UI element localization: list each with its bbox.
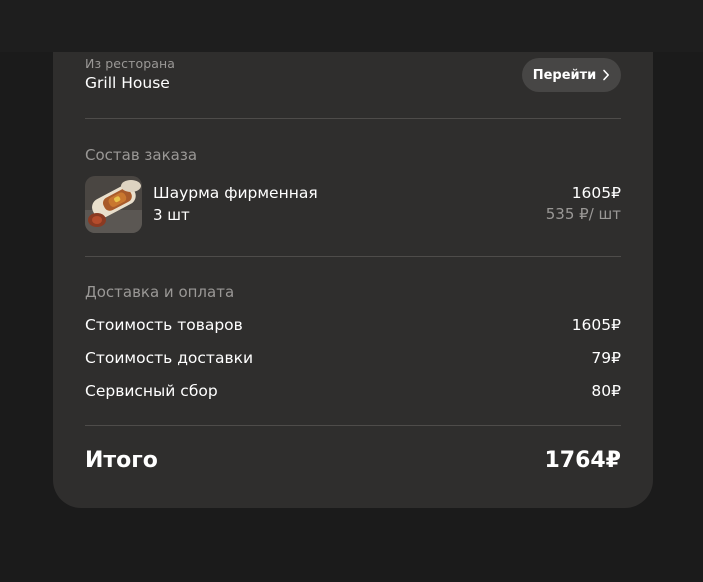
cost-line-service-fee: Сервисный сбор 80₽ xyxy=(85,382,621,404)
go-to-restaurant-button[interactable]: Перейти xyxy=(522,58,621,92)
item-name: Шаурма фирменная xyxy=(153,184,318,202)
cost-line-label: Сервисный сбор xyxy=(85,382,218,400)
divider xyxy=(85,425,621,426)
divider xyxy=(85,118,621,119)
cost-line-label: Стоимость товаров xyxy=(85,316,243,334)
restaurant-caption: Из ресторана xyxy=(85,56,176,71)
shawarma-photo xyxy=(85,176,142,233)
payment-section-title: Доставка и оплата xyxy=(85,283,235,301)
item-price: 1605₽ xyxy=(571,184,621,202)
order-item: Шаурма фирменная 3 шт 1605₽ 535 ₽/ шт xyxy=(85,176,621,234)
total-value: 1764₽ xyxy=(544,448,621,473)
cost-line-delivery: Стоимость доставки 79₽ xyxy=(85,349,621,371)
order-details-card: Из ресторана Grill House Перейти Состав … xyxy=(53,20,653,508)
cost-line-goods: Стоимость товаров 1605₽ xyxy=(85,316,621,338)
divider xyxy=(85,256,621,257)
chevron-right-icon xyxy=(603,69,610,81)
item-image xyxy=(85,176,142,233)
total-row: Итого 1764₽ xyxy=(85,448,621,480)
top-bar xyxy=(0,0,703,52)
item-quantity: 3 шт xyxy=(153,206,190,224)
go-button-label: Перейти xyxy=(532,67,597,83)
restaurant-name: Grill House xyxy=(85,74,170,92)
cost-line-value: 1605₽ xyxy=(571,316,621,334)
cost-line-value: 80₽ xyxy=(591,382,621,400)
item-unit-price: 535 ₽/ шт xyxy=(545,205,621,223)
cost-line-value: 79₽ xyxy=(591,349,621,367)
cost-line-label: Стоимость доставки xyxy=(85,349,254,367)
order-section-title: Состав заказа xyxy=(85,146,198,164)
restaurant-row: Из ресторана Grill House Перейти xyxy=(85,56,621,96)
total-label: Итого xyxy=(85,448,158,473)
